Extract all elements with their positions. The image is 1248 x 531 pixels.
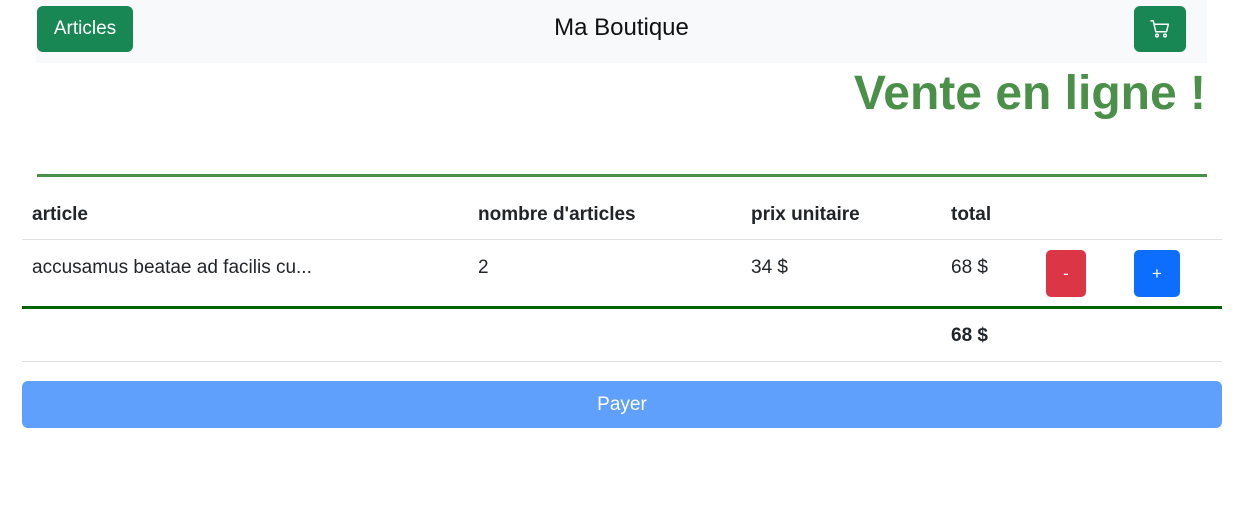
page-title: Vente en ligne ! xyxy=(853,67,1206,120)
decrease-quantity-button[interactable]: - xyxy=(1046,250,1086,297)
item-unit-price: 34 $ xyxy=(751,257,788,278)
grand-total: 68 $ xyxy=(951,325,988,346)
cart-icon xyxy=(1150,20,1170,38)
articles-button[interactable]: Articles xyxy=(37,6,133,52)
navbar: Articles Ma Boutique xyxy=(36,0,1207,63)
item-quantity: 2 xyxy=(478,257,489,278)
header-total: total xyxy=(951,204,992,225)
header-quantity: nombre d'articles xyxy=(478,204,636,225)
increase-quantity-button[interactable]: + xyxy=(1134,250,1180,297)
header-unit-price: prix unitaire xyxy=(751,204,860,225)
brand-title: Ma Boutique xyxy=(554,14,689,41)
header-article: article xyxy=(32,204,88,225)
cart-button[interactable] xyxy=(1134,6,1186,52)
item-total: 68 $ xyxy=(951,257,988,278)
title-divider xyxy=(37,174,1207,177)
cart-table: article nombre d'articles prix unitaire … xyxy=(22,188,1222,362)
table-header-row: article nombre d'articles prix unitaire … xyxy=(22,188,1222,240)
item-article-name: accusamus beatae ad facilis cu... xyxy=(32,257,312,278)
table-row: accusamus beatae ad facilis cu... 2 34 $… xyxy=(22,240,1222,309)
pay-button[interactable]: Payer xyxy=(22,381,1222,428)
table-total-row: 68 $ xyxy=(22,309,1222,362)
